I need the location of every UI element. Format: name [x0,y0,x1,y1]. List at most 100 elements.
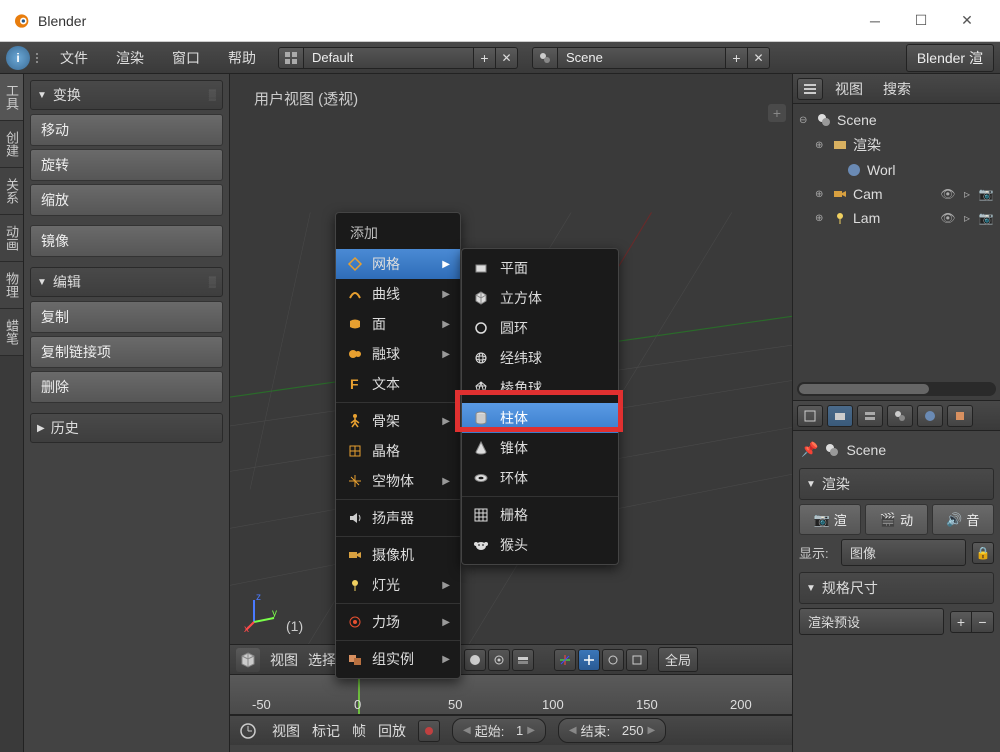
vp-menu-view[interactable]: 视图 [270,650,298,670]
tab-grease[interactable]: 蜡笔 [0,309,23,356]
tab-tools[interactable]: 工具 [0,74,23,121]
orientation-selector[interactable]: 全局 [658,647,698,672]
scene-delete-button[interactable]: ✕ [748,47,770,69]
tree-camera-row[interactable]: ⊕Cam👁▹📷 [797,182,996,206]
menu-render[interactable]: 渲染 [102,44,158,72]
menu-window[interactable]: 窗口 [158,44,214,72]
scene-name-field[interactable]: Scene [558,47,726,69]
mesh-menu-item-cylinder[interactable]: 柱体 [462,403,618,433]
mesh-menu-item-cube[interactable]: 立方体 [462,283,618,313]
render-vis-icon[interactable]: 📷 [978,210,994,226]
mesh-menu-item-torus[interactable]: 环体 [462,463,618,493]
manipulator-icon[interactable] [554,649,576,671]
layers-icon[interactable] [512,649,534,671]
delete-button[interactable]: 删除 [30,371,223,403]
3d-viewport[interactable]: 用户视图 (透视) + z y x (1) 视图 选择 添加 物体 [230,74,792,752]
duplicate-linked-button[interactable]: 复制链接项 [30,336,223,368]
vp-menu-select[interactable]: 选择 [308,650,336,670]
tree-lamp-row[interactable]: ⊕Lam👁▹📷 [797,206,996,230]
scale-button[interactable]: 缩放 [30,184,223,216]
outliner-menu-search[interactable]: 搜索 [875,77,919,101]
mesh-menu-item-monkey[interactable]: 猴头 [462,530,618,560]
layout-add-button[interactable]: + [474,47,496,69]
auto-keyframe-icon[interactable] [418,720,440,742]
tree-render-row[interactable]: ⊕渲染 [797,132,996,158]
add-menu-item-empty[interactable]: 空物体▶ [336,466,460,496]
layout-name-field[interactable]: Default [304,47,474,69]
add-menu-item-mesh[interactable]: 网格▶ [336,249,460,279]
start-frame-field[interactable]: ◀起始: 1▶ [452,718,546,743]
scene-browse-icon[interactable] [532,47,558,69]
shading-solid-icon[interactable] [464,649,486,671]
panel-history-header[interactable]: ▶历史 [30,413,223,443]
scene-add-button[interactable]: + [726,47,748,69]
minimize-button[interactable]: ─ [852,0,898,42]
tl-menu-frame[interactable]: 帧 [352,721,366,741]
add-menu-item-text[interactable]: F文本 [336,369,460,399]
add-menu-item-surface[interactable]: 面▶ [336,309,460,339]
viewport-properties-toggle[interactable]: + [768,104,786,122]
panel-edit-header[interactable]: ▼编辑▒ [30,267,223,297]
dimensions-section-header[interactable]: ▼规格尺寸 [799,572,994,604]
eye-icon[interactable]: 👁 [940,210,956,226]
add-menu-item-group[interactable]: 组实例▶ [336,644,460,674]
editor-type-icon[interactable] [236,648,260,672]
add-menu-item-meta[interactable]: 融球▶ [336,339,460,369]
tree-scene-row[interactable]: ⊖Scene [797,108,996,132]
tab-create[interactable]: 创建 [0,121,23,168]
layout-delete-button[interactable]: ✕ [496,47,518,69]
tab-animation[interactable]: 动画 [0,215,23,262]
timeline-editor-icon[interactable] [236,719,260,743]
translate-manipulator-icon[interactable] [578,649,600,671]
tree-world-row[interactable]: Worl [797,158,996,182]
add-menu-item-curve[interactable]: 曲线▶ [336,279,460,309]
add-menu-item-camera[interactable]: 摄像机 [336,540,460,570]
mesh-menu-item-circle[interactable]: 圆环 [462,313,618,343]
tab-physics[interactable]: 物理 [0,262,23,309]
props-tab-layers-icon[interactable] [857,405,883,427]
menu-help[interactable]: 帮助 [214,44,270,72]
menu-file[interactable]: 文件 [46,44,102,72]
props-editor-icon[interactable] [797,405,823,427]
rotate-button[interactable]: 旋转 [30,149,223,181]
translate-button[interactable]: 移动 [30,114,223,146]
pin-icon[interactable]: 📌 [801,441,818,458]
tl-menu-playback[interactable]: 回放 [378,721,406,741]
cursor-icon[interactable]: ▹ [959,186,975,202]
mirror-button[interactable]: 镜像 [30,225,223,257]
preset-stepper[interactable]: +− [950,611,994,633]
pivot-icon[interactable] [488,649,510,671]
mesh-menu-item-cone[interactable]: 锥体 [462,433,618,463]
rotate-manipulator-icon[interactable] [602,649,624,671]
maximize-button[interactable]: ☐ [898,0,944,42]
mesh-menu-item-icosphere[interactable]: 棱角球 [462,373,618,403]
add-menu-item-lattice[interactable]: 晶格 [336,436,460,466]
props-tab-object-icon[interactable] [947,405,973,427]
end-frame-field[interactable]: ◀结束: 250▶ [558,718,666,743]
render-anim-button[interactable]: 🎬动 [865,504,927,535]
close-button[interactable]: ✕ [944,0,990,42]
cursor-icon[interactable]: ▹ [959,210,975,226]
lock-button[interactable]: 🔒 [972,542,994,564]
render-image-button[interactable]: 📷渲 [799,504,861,535]
outliner-scrollbar[interactable] [797,382,996,396]
render-engine-selector[interactable]: Blender 渲 [906,44,994,72]
duplicate-button[interactable]: 复制 [30,301,223,333]
tl-menu-view[interactable]: 视图 [272,721,300,741]
mesh-menu-item-grid[interactable]: 栅格 [462,500,618,530]
tl-menu-marker[interactable]: 标记 [312,721,340,741]
render-audio-button[interactable]: 🔊音 [932,504,994,535]
add-menu-item-lamp[interactable]: 灯光▶ [336,570,460,600]
add-menu-item-armature[interactable]: 骨架▶ [336,406,460,436]
props-tab-render-icon[interactable] [827,405,853,427]
add-menu-item-speaker[interactable]: 扬声器 [336,503,460,533]
splitter-handle-icon[interactable] [34,46,46,70]
props-tab-scene-icon[interactable] [887,405,913,427]
display-mode-selector[interactable]: 图像 [841,539,966,566]
scale-manipulator-icon[interactable] [626,649,648,671]
mesh-menu-item-plane[interactable]: 平面 [462,253,618,283]
props-tab-world-icon[interactable] [917,405,943,427]
render-preset-selector[interactable]: 渲染预设 [799,608,944,635]
layout-browse-icon[interactable] [278,47,304,69]
render-section-header[interactable]: ▼渲染 [799,468,994,500]
